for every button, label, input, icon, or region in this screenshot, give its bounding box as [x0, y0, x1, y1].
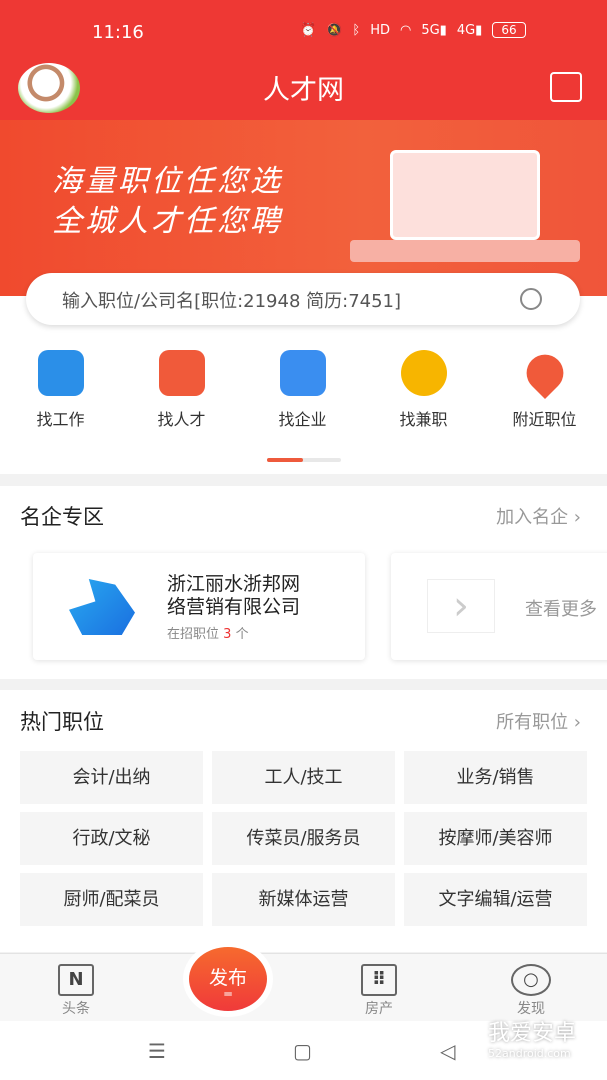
company-logo: [69, 579, 135, 635]
news-icon: N: [58, 964, 94, 996]
job-tag[interactable]: 会计/出纳: [20, 751, 203, 804]
page-indicator: [267, 458, 341, 462]
tab-property[interactable]: ⠿ 房产: [339, 964, 419, 1018]
company-card[interactable]: 浙江丽水浙邦网 络营销有限公司 在招职位 3 个: [33, 553, 365, 660]
battery-icon: 66: [492, 22, 526, 38]
banner-illustration: [390, 150, 540, 240]
watermark: 我爱安卓 52android.com: [488, 1021, 577, 1060]
company-jobs: 在招职位 3 个: [167, 627, 249, 642]
resume-icon: [158, 350, 205, 396]
job-tag[interactable]: 按摩师/美容师: [404, 812, 587, 865]
category-label: 找企业: [278, 410, 327, 429]
bluetooth-icon: ᛒ: [352, 22, 361, 38]
job-tag[interactable]: 行政/文秘: [20, 812, 203, 865]
search-placeholder: 输入职位/公司名[职位:21948 简历:7451]: [62, 291, 402, 312]
alarm-icon: ⏰: [300, 22, 317, 38]
wifi-icon: ◠: [399, 22, 412, 38]
category-find-talent[interactable]: 找人才: [121, 350, 242, 430]
home-icon[interactable]: ▢: [293, 1039, 312, 1063]
job-tag[interactable]: 厨师/配菜员: [20, 873, 203, 926]
5g-signal-icon: 5G▮: [421, 22, 447, 38]
search-input[interactable]: 输入职位/公司名[职位:21948 简历:7451]: [26, 273, 580, 325]
join-famous-link[interactable]: 加入名企 ›: [496, 503, 581, 529]
back-icon[interactable]: ◁: [440, 1039, 455, 1063]
category-label: 附近职位: [512, 410, 577, 429]
job-tag[interactable]: 传菜员/服务员: [212, 812, 395, 865]
all-jobs-link[interactable]: 所有职位 ›: [496, 708, 581, 734]
edit-note-icon[interactable]: [550, 72, 582, 102]
tab-bar: N 头条 ⠿ 房产 ○ 发现: [0, 953, 607, 1021]
tab-discover[interactable]: ○ 发现: [491, 964, 571, 1018]
company-name: 浙江丽水浙邦网 络营销有限公司: [167, 573, 301, 618]
category-label: 找兼职: [399, 410, 448, 429]
banner-illustration-base: [350, 240, 580, 262]
4g-signal-icon: 4G▮: [456, 22, 483, 38]
briefcase-icon: [37, 350, 84, 396]
section-title: 名企专区: [20, 505, 104, 529]
hot-job-tags: 会计/出纳 工人/技工 业务/销售 行政/文秘 传菜员/服务员 按摩师/美容师 …: [20, 751, 588, 926]
tab-news[interactable]: N 头条: [36, 964, 116, 1018]
category-find-job[interactable]: 找工作: [0, 350, 121, 430]
see-more-label: 查看更多: [525, 599, 597, 620]
hd-icon: HD: [370, 22, 390, 38]
status-icons: ⏰ 🔕 ᛒ HD ◠ 5G▮ 4G▮ 66: [300, 22, 526, 38]
see-more-card[interactable]: › 查看更多: [391, 553, 607, 660]
building-icon: [279, 350, 326, 396]
banner-slogan: 海量职位任您选 全城人才任您聘: [52, 162, 283, 242]
category-part-time[interactable]: 找兼职: [363, 350, 484, 430]
job-tag[interactable]: 文字编辑/运营: [404, 873, 587, 926]
section-title: 热门职位: [20, 710, 104, 734]
slogan-line1: 海量职位任您选: [52, 164, 283, 199]
eye-icon: ○: [511, 964, 551, 996]
category-label: 找人才: [157, 410, 206, 429]
category-label: 找工作: [36, 410, 85, 429]
location-pin-icon: [518, 346, 571, 400]
publish-button[interactable]: 发布 ═: [189, 947, 267, 1011]
mute-icon: 🔕: [326, 22, 343, 38]
clock-icon: [400, 350, 447, 396]
page-title: 人才网: [263, 75, 344, 106]
menu-icon[interactable]: ☰: [148, 1039, 166, 1063]
job-tag[interactable]: 业务/销售: [404, 751, 587, 804]
status-time: 11:16: [92, 22, 144, 43]
category-nearby[interactable]: 附近职位: [484, 346, 605, 430]
job-tag[interactable]: 工人/技工: [212, 751, 395, 804]
job-tag[interactable]: 新媒体运营: [212, 873, 395, 926]
top-bar: 11:16 ⏰ 🔕 ᛒ HD ◠ 5G▮ 4G▮ 66 人才网: [0, 0, 607, 120]
slogan-line2: 全城人才任您聘: [52, 204, 283, 239]
building-icon: ⠿: [361, 964, 397, 996]
category-nav: 找工作 找人才 找企业 找兼职 附近职位: [0, 346, 607, 430]
chevron-right-icon: ›: [427, 579, 495, 633]
category-find-company[interactable]: 找企业: [242, 350, 363, 430]
search-icon[interactable]: [520, 288, 542, 310]
